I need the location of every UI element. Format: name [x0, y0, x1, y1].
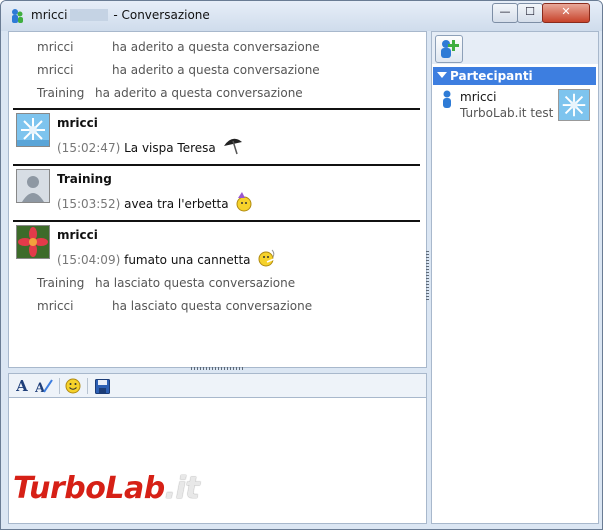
turbolab-watermark-logo: TurboLab.it	[13, 471, 200, 506]
participants-panel: Partecipanti mricci TurboLab.it test	[431, 31, 599, 524]
system-message: mricci ha aderito a questa conversazione	[37, 63, 320, 77]
message-line: (15:03:52) avea tra l'erbetta	[57, 192, 254, 215]
chat-message: mricci (15:02:47) La vispa Teresa	[13, 108, 420, 164]
minimize-button[interactable]: —	[492, 3, 518, 23]
message-sender: mricci	[57, 116, 98, 130]
vertical-splitter-handle[interactable]	[426, 251, 429, 301]
user-status-icon	[441, 90, 453, 111]
formatting-toolbar: A A	[8, 373, 427, 398]
app-icon	[9, 8, 25, 24]
toolbar-separator	[59, 378, 60, 394]
party-icon	[234, 192, 254, 215]
redacted-area	[69, 9, 108, 21]
message-text: avea tra l'erbetta	[124, 197, 229, 211]
participant-name[interactable]: mricci	[460, 90, 497, 104]
avatar	[16, 169, 50, 203]
message-sender: mricci	[57, 228, 98, 242]
system-message: mricci ha lasciato questa conversazione	[37, 299, 313, 313]
participant-avatar	[558, 89, 590, 121]
participants-header[interactable]: Partecipanti	[433, 67, 596, 85]
title-bar[interactable]: mricci - Conversazione — ☐ ✕	[1, 1, 602, 31]
title-user: mricci	[31, 8, 68, 22]
chat-message: mricci (15:04:09) fumato una cannetta	[13, 220, 420, 276]
message-time: (15:04:09)	[57, 253, 121, 267]
font-icon[interactable]: A	[13, 377, 31, 395]
avatar	[16, 225, 50, 259]
message-text: La vispa Teresa	[124, 141, 216, 155]
participant-status: TurboLab.it test	[460, 106, 554, 120]
message-text: fumato una cannetta	[124, 253, 251, 267]
message-time: (15:02:47)	[57, 141, 121, 155]
close-button[interactable]: ✕	[542, 3, 590, 23]
add-participant-button[interactable]	[435, 35, 463, 63]
collapse-arrow-icon	[437, 72, 447, 78]
participants-toolbar	[432, 32, 598, 64]
toolbar-separator	[87, 378, 88, 394]
message-sender: Training	[57, 172, 112, 186]
save-icon[interactable]	[93, 377, 111, 395]
participants-header-label: Partecipanti	[450, 69, 533, 83]
title-suffix: - Conversazione	[113, 8, 210, 22]
emoticon-icon[interactable]	[64, 377, 82, 395]
system-message: Training ha lasciato questa conversazione	[37, 276, 296, 290]
message-line: (15:04:09) fumato una cannetta	[57, 248, 276, 271]
umbrella-icon	[222, 136, 244, 159]
window-title: mricci - Conversazione	[31, 8, 210, 22]
font-color-icon[interactable]: A	[35, 377, 53, 395]
message-line: (15:02:47) La vispa Teresa	[57, 136, 244, 159]
system-message: mricci ha aderito a questa conversazione	[37, 40, 320, 54]
add-user-icon	[441, 40, 459, 58]
conversation-window: mricci - Conversazione — ☐ ✕ mricci ha ad…	[0, 0, 603, 530]
avatar	[16, 113, 50, 147]
smoking-smiley-icon	[256, 248, 276, 271]
message-time: (15:03:52)	[57, 197, 121, 211]
maximize-button[interactable]: ☐	[517, 3, 543, 23]
horizontal-splitter-handle[interactable]	[191, 367, 243, 370]
system-message: Training ha aderito a questa conversazion…	[37, 86, 303, 100]
chat-history[interactable]: mricci ha aderito a questa conversazione …	[8, 31, 427, 368]
chat-message: Training (15:03:52) avea tra l'erbetta	[13, 164, 420, 220]
